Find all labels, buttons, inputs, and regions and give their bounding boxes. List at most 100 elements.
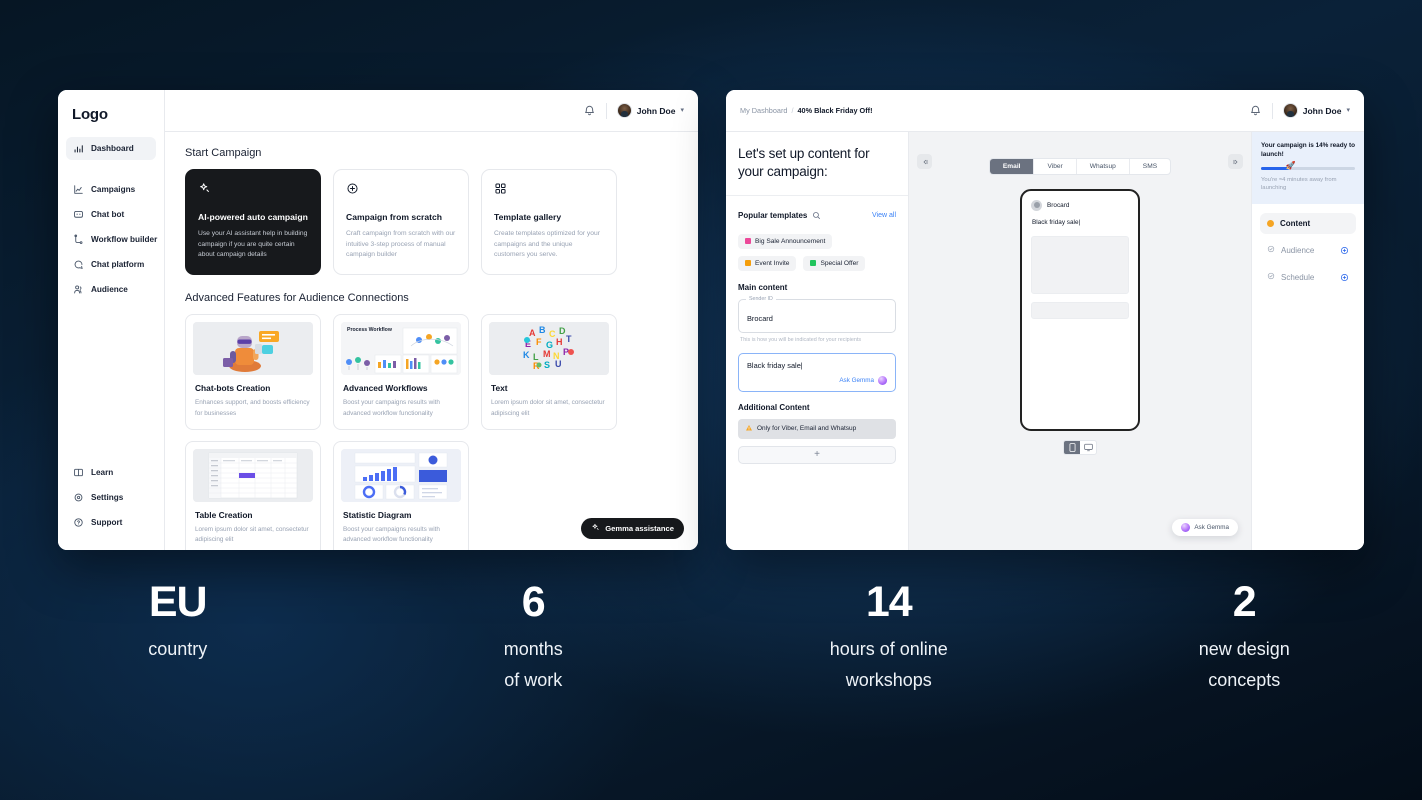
sender-id-help-text: This is how you will be indicated for yo… (740, 336, 862, 343)
template-chip-event-invite[interactable]: Event Invite (738, 255, 797, 271)
book-icon (73, 467, 84, 478)
add-circle-icon[interactable] (1340, 273, 1349, 282)
launch-progress-title: Your campaign is 14% ready to launch! (1261, 142, 1355, 159)
ask-gemma-fab-label: Ask Gemma (1194, 524, 1229, 531)
start-campaign-cards: AI-powered auto campaign Use your AI ass… (185, 169, 678, 276)
sidebar-item-support[interactable]: Support (66, 511, 156, 534)
chat-bot-icon (73, 209, 84, 220)
stat-label: country (148, 639, 208, 660)
step-content[interactable]: Content (1260, 213, 1356, 235)
sender-id-value: Brocard (747, 313, 773, 323)
feature-card-statistic-diagram[interactable]: Statistic Diagram Boost your campaigns r… (333, 441, 469, 550)
user-name: John Doe (636, 105, 676, 116)
workflow-icon (73, 234, 84, 245)
chip-color-swatch (745, 260, 751, 267)
popular-templates-header: Popular templates View all (738, 207, 896, 225)
ask-gemma-label: Ask Gemma (839, 376, 874, 384)
start-card-from-scratch[interactable]: Campaign from scratch Craft campaign fro… (333, 169, 469, 276)
add-content-button[interactable]: + (738, 445, 896, 464)
template-chip-list: Big Sale Announcement Event Invite Speci… (738, 233, 896, 271)
left-topbar: John Doe ▾ (165, 90, 698, 132)
process-workflow-illustration: Process Workflow (341, 322, 461, 376)
notifications-bell-icon[interactable] (1249, 104, 1262, 117)
feature-card-title: Statistic Diagram (343, 510, 412, 521)
sidebar-item-audience[interactable]: Audience (66, 278, 156, 301)
sidebar-item-settings[interactable]: Settings (66, 486, 156, 509)
preview-placeholder-block (1031, 236, 1129, 294)
step-schedule[interactable]: Schedule (1260, 266, 1356, 288)
search-icon[interactable] (812, 207, 821, 225)
template-chip-special-offer[interactable]: Special Offer (803, 255, 866, 271)
gemma-orb-icon (1181, 523, 1191, 532)
gemma-assistance-button[interactable]: Gemma assistance (581, 518, 684, 539)
feature-card-advanced-workflows[interactable]: Process Workflow Advanced Workflows Boos… (333, 314, 469, 431)
plus-circle-icon (346, 182, 456, 200)
svg-text:D: D (559, 326, 566, 336)
audience-icon (73, 284, 84, 295)
feature-card-desc: Lorem ipsum dolor sit amet, consectetur … (195, 526, 309, 544)
step-label: Schedule (1281, 272, 1315, 282)
user-menu[interactable]: John Doe ▾ (1282, 103, 1350, 118)
features-section-title: Advanced Features for Audience Connectio… (185, 292, 409, 305)
template-chip-label: Big Sale Announcement (755, 237, 826, 245)
steps-list: Content Audience Schedule (1252, 204, 1364, 302)
avatar (1282, 103, 1298, 118)
right-topbar: My Dashboard / 40% Black Friday Off! Joh… (726, 90, 1364, 132)
svg-text:F: F (536, 337, 542, 347)
step-audience[interactable]: Audience (1260, 239, 1356, 261)
left-sidebar: Logo Dashboard Campaigns Chat bot Workfl… (58, 90, 165, 550)
svg-text:U: U (555, 359, 562, 369)
message-body-textarea[interactable]: Black friday sale| Ask Gemma (738, 352, 896, 392)
tab-sms[interactable]: SMS (1130, 159, 1170, 174)
ask-gemma-inline[interactable]: Ask Gemma (747, 375, 887, 385)
svg-text:K: K (523, 350, 530, 360)
sidebar-item-dashboard[interactable]: Dashboard (66, 137, 156, 160)
dashboard-charts-illustration (341, 449, 461, 503)
app-logo: Logo (72, 106, 108, 123)
svg-text:M: M (543, 349, 551, 359)
start-card-ai-powered[interactable]: AI-powered auto campaign Use your AI ass… (185, 169, 321, 276)
sender-id-legend: Sender ID (746, 295, 776, 302)
template-chip-label: Event Invite (755, 259, 790, 267)
feature-card-desc: Boost your campaigns results with advanc… (343, 526, 440, 544)
stat-number: 2 (1232, 578, 1257, 626)
sender-id-field[interactable]: Sender ID Brocard (738, 295, 896, 333)
collapse-right-panel-button[interactable] (1228, 154, 1243, 169)
add-circle-icon[interactable] (1340, 246, 1349, 255)
feature-card-text[interactable]: AB CD EF GH T KL MN P RS U Text Lorem ip… (481, 314, 617, 431)
desktop-view-icon[interactable] (1080, 441, 1096, 454)
dashboard-window: Logo Dashboard Campaigns Chat bot Workfl… (58, 90, 698, 550)
campaign-editor-window: My Dashboard / 40% Black Friday Off! Joh… (726, 90, 1364, 550)
sidebar-secondary-group: Campaigns Chat bot Workflow builder Chat… (58, 178, 164, 303)
sidebar-item-label: Support (91, 518, 123, 527)
user-menu[interactable]: John Doe ▾ (616, 103, 684, 118)
sidebar-item-chat-bot[interactable]: Chat bot (66, 203, 156, 226)
mobile-view-icon[interactable] (1064, 441, 1080, 454)
stat-item: 2 new design concepts (1067, 578, 1422, 696)
notifications-bell-icon[interactable] (583, 104, 596, 117)
breadcrumb-root[interactable]: My Dashboard (740, 106, 787, 115)
feature-card-table-creation[interactable]: Table Creation Lorem ipsum dolor sit ame… (185, 441, 321, 550)
device-view-toggle (1063, 440, 1097, 455)
tab-email[interactable]: Email (989, 159, 1035, 174)
content-editor-panel: Let's set up content for your campaign: … (726, 132, 909, 550)
bar-chart-icon (73, 143, 84, 154)
sidebar-item-campaigns[interactable]: Campaigns (66, 178, 156, 201)
view-all-link[interactable]: View all (872, 212, 896, 219)
gemma-orb-icon (878, 375, 887, 385)
feature-card-chatbots[interactable]: Chat-bots Creation Enhances support, and… (185, 314, 321, 431)
tab-whatsup[interactable]: Whatsup (1077, 159, 1130, 174)
sidebar-item-chat-platform[interactable]: Chat platform (66, 253, 156, 276)
start-card-template-gallery[interactable]: Template gallery Create templates optimi… (481, 169, 617, 276)
collapse-left-panel-button[interactable] (917, 154, 932, 169)
breadcrumb-separator: / (791, 106, 794, 115)
sidebar-item-learn[interactable]: Learn (66, 461, 156, 484)
status-dot-icon (1267, 220, 1274, 228)
check-circle-icon (1267, 245, 1275, 255)
sidebar-item-workflow-builder[interactable]: Workflow builder (66, 228, 157, 251)
ask-gemma-fab[interactable]: Ask Gemma (1172, 519, 1238, 536)
topbar-divider (1271, 102, 1273, 119)
tab-viber[interactable]: Viber (1034, 159, 1077, 174)
svg-text:H: H (556, 337, 563, 347)
template-chip-big-sale[interactable]: Big Sale Announcement (738, 233, 833, 249)
